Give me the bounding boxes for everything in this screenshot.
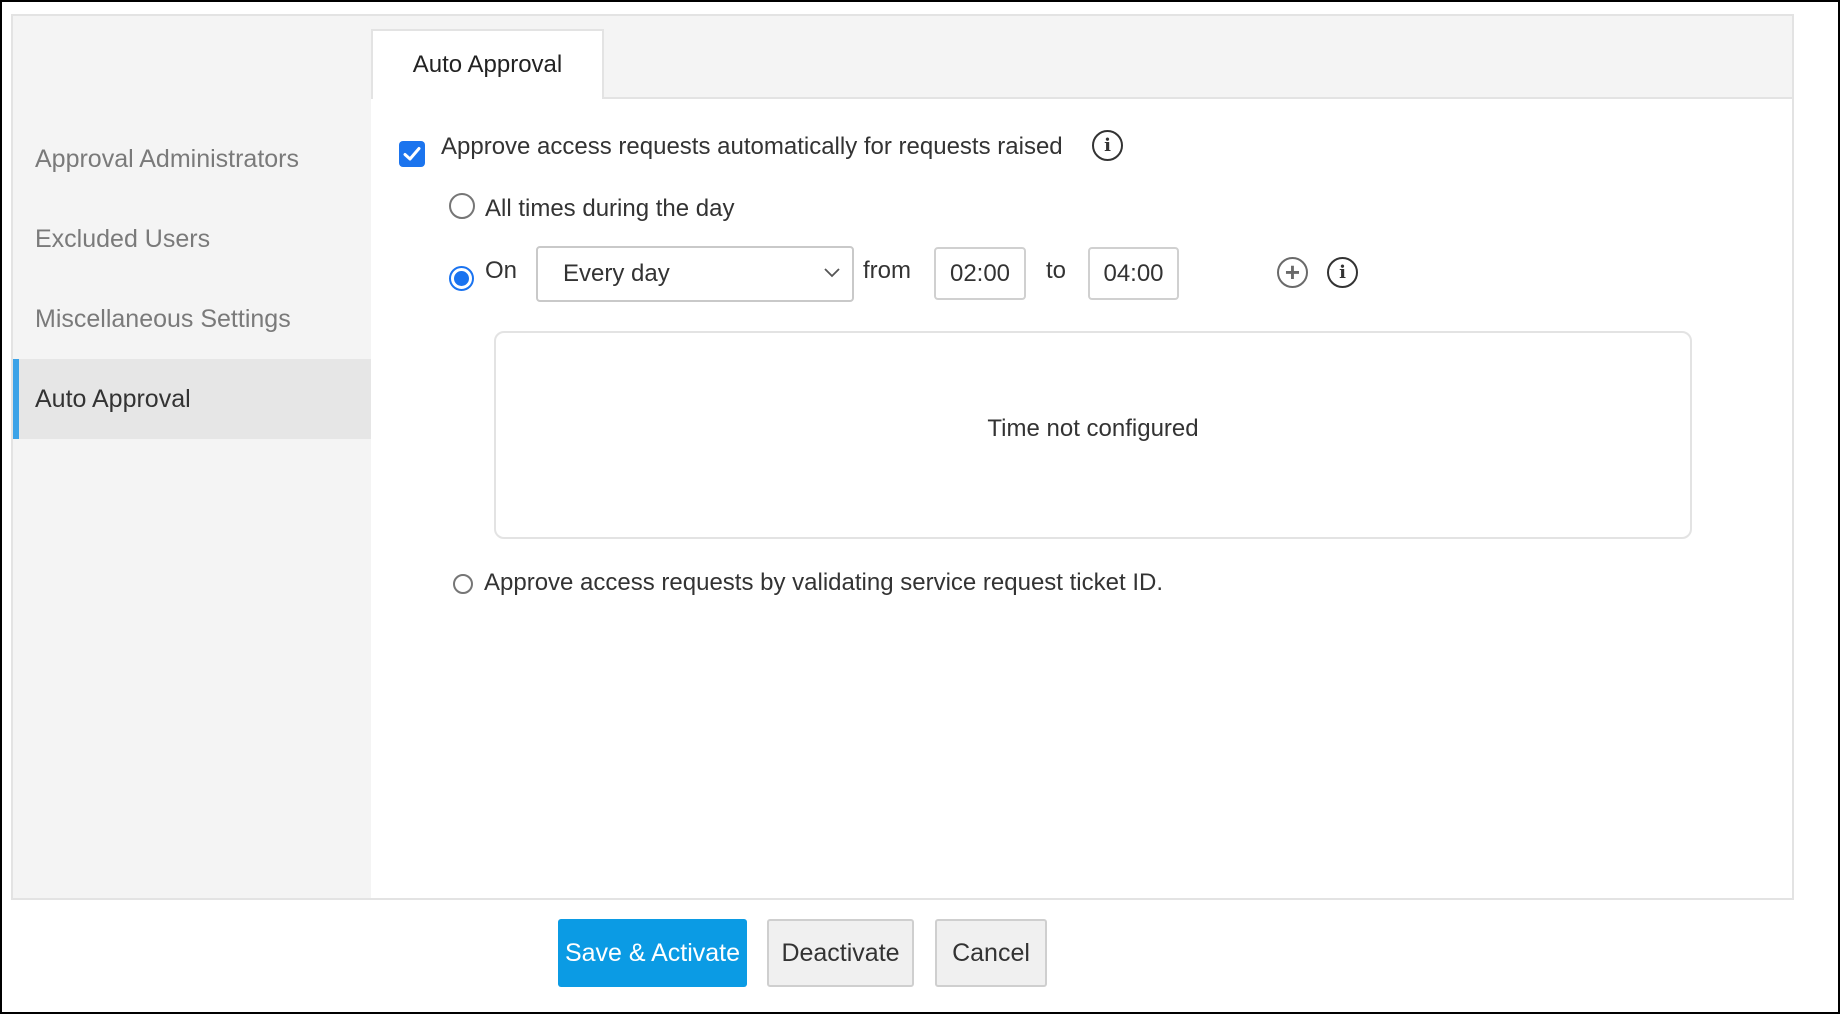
tab-auto-approval[interactable]: Auto Approval [371, 29, 604, 99]
day-select[interactable]: Every day [536, 246, 854, 302]
checkmark-icon [403, 147, 421, 161]
tab-label: Auto Approval [412, 51, 563, 78]
cancel-button[interactable]: Cancel [935, 919, 1047, 987]
radio-validate-ticket[interactable] [453, 574, 473, 594]
sidebar: Approval Administrators Excluded Users M… [13, 16, 371, 898]
chevron-down-icon [824, 268, 840, 278]
plus-glyph: + [1284, 256, 1301, 287]
auto-approve-checkbox[interactable] [399, 141, 425, 167]
radio-validate-ticket-label: Approve access requests by validating se… [484, 569, 1163, 596]
sidebar-item-miscellaneous-settings[interactable]: Miscellaneous Settings [13, 279, 371, 359]
save-activate-button[interactable]: Save & Activate [558, 919, 747, 987]
sidebar-item-label: Excluded Users [35, 224, 211, 253]
radio-on-label: On [485, 257, 518, 284]
deactivate-button[interactable]: Deactivate [767, 919, 914, 987]
from-label: from [863, 257, 911, 284]
sidebar-item-label: Auto Approval [35, 384, 191, 413]
auto-approve-label: Approve access requests automatically fo… [441, 133, 1063, 160]
info-icon[interactable]: i [1092, 130, 1123, 161]
info-glyph: i [1104, 134, 1111, 156]
sidebar-item-approval-administrators[interactable]: Approval Administrators [13, 119, 371, 199]
sidebar-item-excluded-users[interactable]: Excluded Users [13, 199, 371, 279]
radio-all-times-label: All times during the day [485, 195, 735, 222]
radio-on-schedule[interactable] [449, 266, 474, 291]
to-time-input[interactable] [1088, 247, 1179, 300]
radio-all-times[interactable] [449, 193, 475, 219]
sidebar-item-auto-approval[interactable]: Auto Approval [13, 359, 371, 439]
schedule-info-icon[interactable]: i [1327, 257, 1358, 288]
sidebar-item-label: Approval Administrators [35, 144, 300, 173]
info-glyph: i [1339, 261, 1346, 283]
radio-selected-dot [454, 271, 469, 286]
from-time-input[interactable] [934, 247, 1026, 300]
tab-bar: Auto Approval [371, 16, 1792, 99]
schedule-list-box: Time not configured [494, 331, 1692, 539]
schedule-empty-message: Time not configured [987, 415, 1199, 442]
to-label: to [1046, 257, 1067, 284]
add-time-range-icon[interactable]: + [1277, 257, 1308, 288]
day-select-value: Every day [563, 260, 670, 287]
sidebar-item-label: Miscellaneous Settings [35, 304, 291, 333]
